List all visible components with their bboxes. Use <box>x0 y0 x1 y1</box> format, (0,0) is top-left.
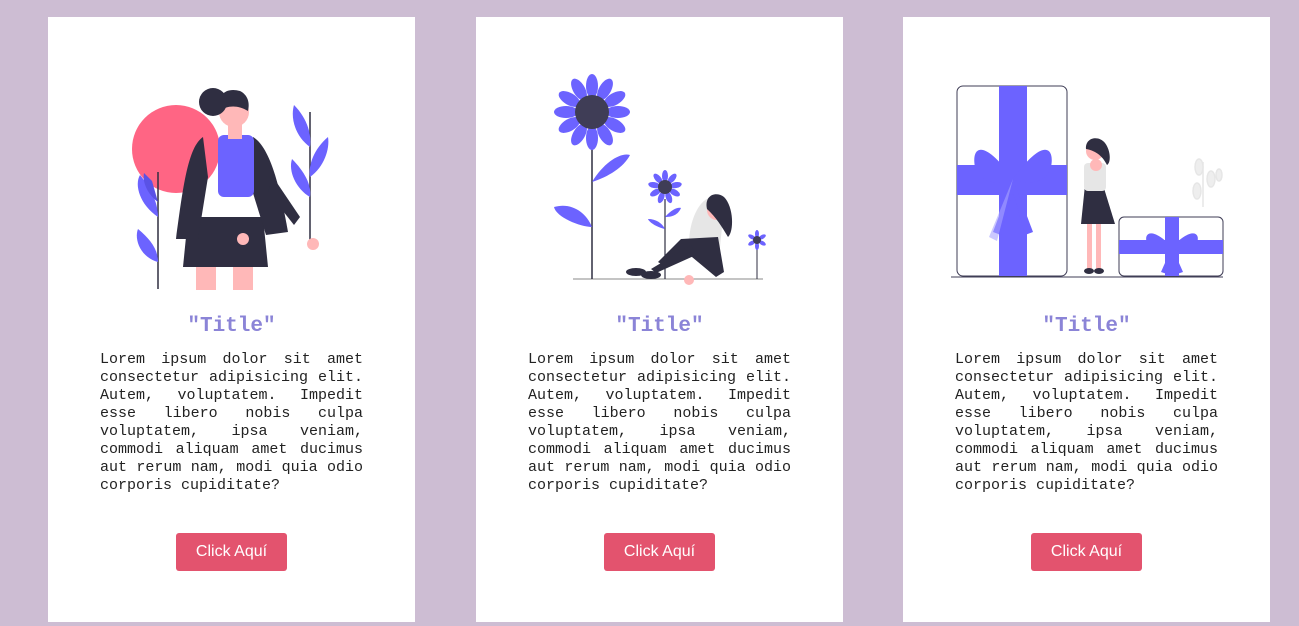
card-2: "Title" Lorem ipsum dolor sit amet conse… <box>476 17 843 622</box>
woman-standing-illustration <box>132 88 329 290</box>
card-description: Lorem ipsum dolor sit amet consectetur a… <box>528 351 791 494</box>
sitting-woman-sunflowers-illustration <box>554 74 766 285</box>
card-description: Lorem ipsum dolor sit amet consectetur a… <box>955 351 1218 494</box>
gift-boxes-woman-illustration <box>951 85 1224 278</box>
card-1: "Title" Lorem ipsum dolor sit amet conse… <box>48 17 415 622</box>
card-title: "Title" <box>187 315 276 338</box>
card-title: "Title" <box>615 315 704 338</box>
click-here-button[interactable]: Click Aquí <box>176 533 287 571</box>
click-here-button[interactable]: Click Aquí <box>1031 533 1142 571</box>
click-here-button[interactable]: Click Aquí <box>604 533 715 571</box>
card-title: "Title" <box>1042 315 1131 338</box>
card-description: Lorem ipsum dolor sit amet consectetur a… <box>100 351 363 494</box>
card-3: "Title" Lorem ipsum dolor sit amet conse… <box>903 17 1270 622</box>
